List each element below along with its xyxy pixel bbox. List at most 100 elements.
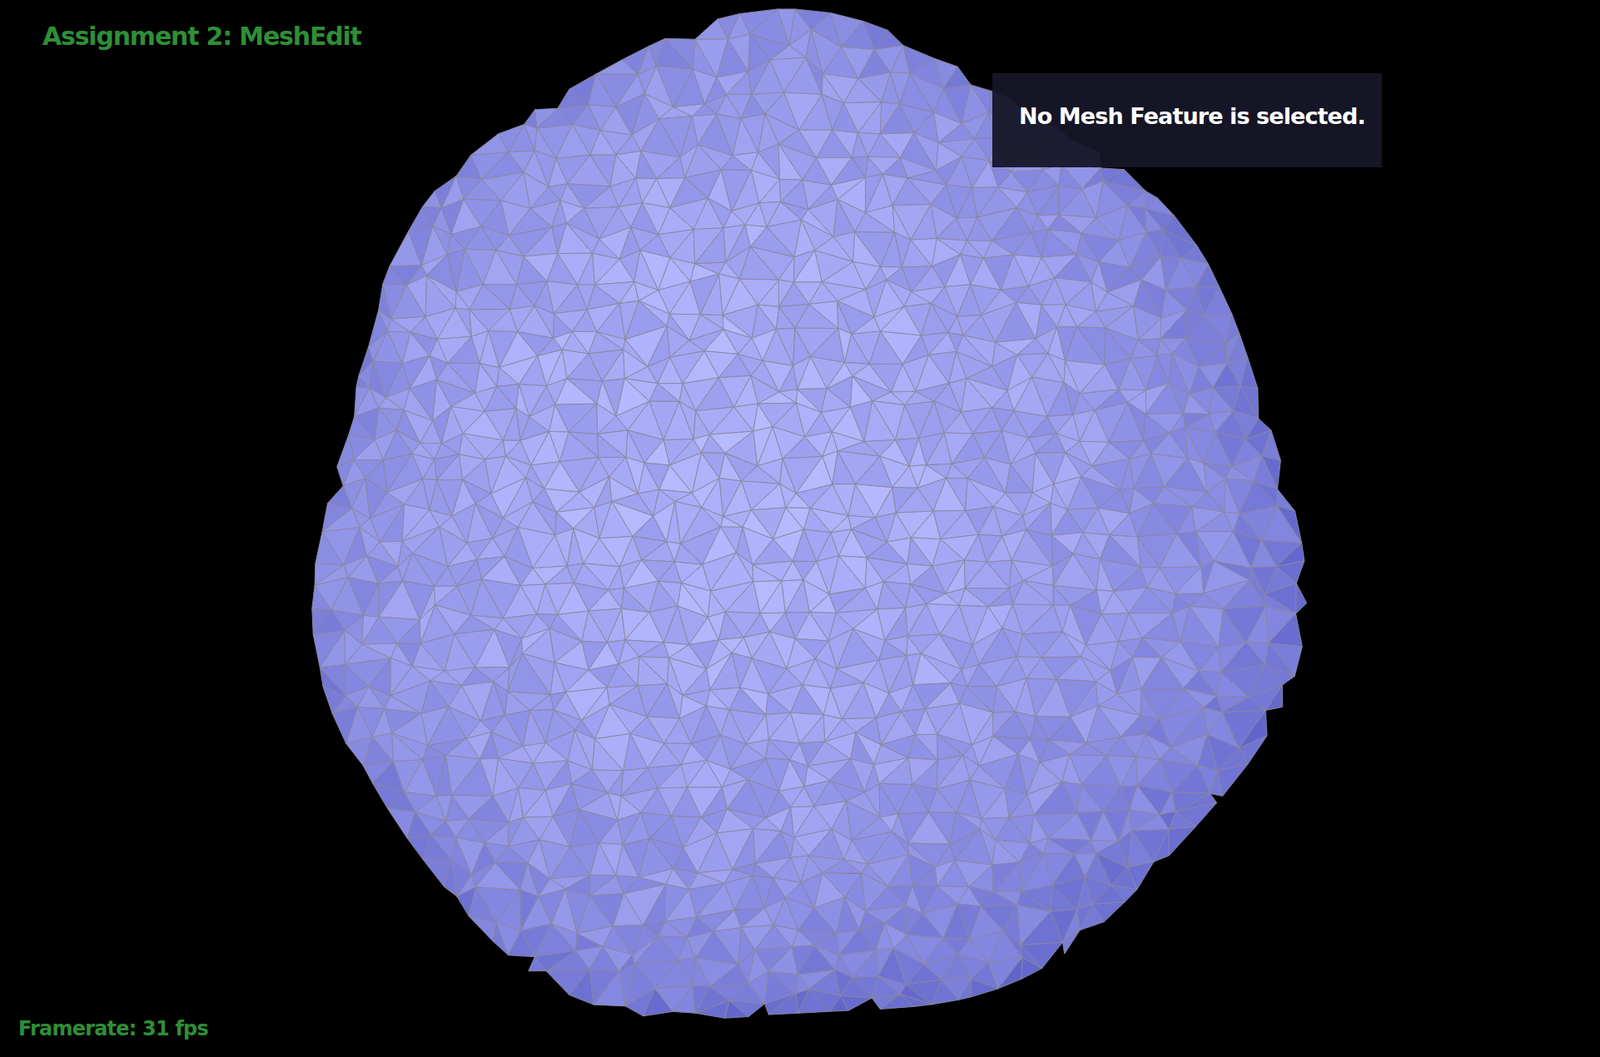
mesh-face[interactable] <box>1175 803 1217 827</box>
mesh-face[interactable] <box>532 501 557 536</box>
mesh-face[interactable] <box>1253 481 1278 507</box>
mesh-face[interactable] <box>851 156 868 178</box>
mesh-face[interactable] <box>1262 430 1281 461</box>
mesh-face[interactable] <box>1133 306 1162 341</box>
mesh-face[interactable] <box>679 401 696 439</box>
mesh-face[interactable] <box>1137 338 1161 356</box>
mesh-face[interactable] <box>1277 506 1302 544</box>
mesh-face[interactable] <box>568 403 598 434</box>
mesh-face[interactable] <box>839 556 867 589</box>
mesh-face[interactable] <box>932 560 965 594</box>
mesh-face[interactable] <box>1185 337 1227 367</box>
mesh-face[interactable] <box>1146 228 1163 257</box>
mesh-face[interactable] <box>575 730 596 771</box>
mesh-face[interactable] <box>883 564 911 585</box>
mesh-face[interactable] <box>1032 484 1054 504</box>
mesh-face[interactable] <box>319 630 345 668</box>
mesh-face[interactable] <box>981 789 1009 820</box>
mesh-face[interactable] <box>1198 342 1228 368</box>
mesh-face[interactable] <box>560 432 599 463</box>
mesh-face[interactable] <box>757 304 779 329</box>
mesh-face[interactable] <box>1127 205 1148 233</box>
mesh-face[interactable] <box>534 305 554 338</box>
mesh-face[interactable] <box>745 715 770 745</box>
mesh-face[interactable] <box>1120 756 1138 787</box>
mesh-face[interactable] <box>608 588 625 609</box>
mesh-face[interactable] <box>639 656 670 685</box>
mesh-face[interactable] <box>1261 506 1302 544</box>
mesh-face[interactable] <box>363 583 379 617</box>
mesh-face[interactable] <box>407 275 428 318</box>
mesh-face[interactable] <box>378 616 420 644</box>
mesh-face[interactable] <box>1131 829 1169 862</box>
mesh-face[interactable] <box>643 884 666 925</box>
mesh-face[interactable] <box>597 430 629 458</box>
mesh-face[interactable] <box>656 157 686 179</box>
mesh-face[interactable] <box>1038 185 1059 216</box>
mesh-face[interactable] <box>945 560 965 594</box>
mesh-face[interactable] <box>372 733 393 762</box>
mesh-face[interactable] <box>522 653 556 695</box>
mesh-face[interactable] <box>858 102 882 135</box>
mesh-face[interactable] <box>1011 529 1053 567</box>
mesh-face[interactable] <box>988 588 1014 607</box>
mesh-face[interactable] <box>908 735 938 761</box>
mesh-face[interactable] <box>1169 427 1188 459</box>
mesh-face[interactable] <box>1198 647 1222 673</box>
mesh-face[interactable] <box>1268 613 1302 647</box>
mesh-face[interactable] <box>392 733 428 761</box>
mesh-face[interactable] <box>577 253 596 285</box>
mesh-face[interactable] <box>354 407 379 440</box>
mesh-face[interactable] <box>596 332 626 350</box>
mesh-face[interactable] <box>1013 581 1054 606</box>
mesh-face[interactable] <box>379 504 405 542</box>
mesh-face[interactable] <box>657 383 683 403</box>
mesh-face[interactable] <box>914 734 938 761</box>
mesh-face[interactable] <box>826 376 853 408</box>
mesh-face[interactable] <box>1246 606 1269 644</box>
mesh-face[interactable] <box>745 740 770 760</box>
mesh-face[interactable] <box>1073 553 1100 591</box>
mesh-face[interactable] <box>1249 580 1266 607</box>
mesh-face[interactable] <box>479 363 500 388</box>
mesh-face[interactable] <box>1027 185 1059 216</box>
mesh-face[interactable] <box>370 504 405 542</box>
mesh-face[interactable] <box>1147 587 1176 614</box>
mesh-face[interactable] <box>757 279 779 307</box>
mesh-face[interactable] <box>397 620 421 645</box>
mesh-face[interactable] <box>607 770 623 797</box>
mesh-face[interactable] <box>1160 309 1188 339</box>
mesh-face[interactable] <box>1168 826 1196 856</box>
mesh-face[interactable] <box>427 275 458 309</box>
mesh-face[interactable] <box>1240 357 1258 389</box>
mesh-face[interactable] <box>986 560 1012 589</box>
mesh-face[interactable] <box>1160 309 1188 339</box>
mesh-face[interactable] <box>1026 529 1054 567</box>
mesh-face[interactable] <box>1127 861 1154 890</box>
mesh-face[interactable] <box>1189 606 1223 649</box>
mesh-face[interactable] <box>884 636 908 656</box>
mesh-face[interactable] <box>1048 229 1083 255</box>
mesh-face[interactable] <box>1214 561 1252 581</box>
mesh-face[interactable] <box>1127 402 1147 441</box>
mesh-face[interactable] <box>1217 764 1248 797</box>
mesh-face[interactable] <box>993 862 1021 893</box>
mesh-face[interactable] <box>566 378 603 404</box>
mesh-face[interactable] <box>1064 327 1105 366</box>
mesh-face[interactable] <box>879 758 913 786</box>
mesh-face[interactable] <box>727 34 750 71</box>
mesh-face[interactable] <box>523 227 558 257</box>
mesh-face[interactable] <box>757 458 783 484</box>
mesh-face[interactable] <box>805 57 823 95</box>
mesh-face[interactable] <box>437 454 463 481</box>
mesh-face[interactable] <box>800 715 825 744</box>
mesh-face[interactable] <box>778 257 795 283</box>
mesh-face[interactable] <box>1010 452 1036 493</box>
mesh-face[interactable] <box>740 687 769 716</box>
mesh-face[interactable] <box>568 432 599 458</box>
mesh-face[interactable] <box>1137 318 1162 340</box>
mesh-face[interactable] <box>484 822 509 847</box>
mesh-face[interactable] <box>736 552 754 582</box>
mesh-face[interactable] <box>956 812 982 829</box>
mesh-face[interactable] <box>623 884 666 925</box>
